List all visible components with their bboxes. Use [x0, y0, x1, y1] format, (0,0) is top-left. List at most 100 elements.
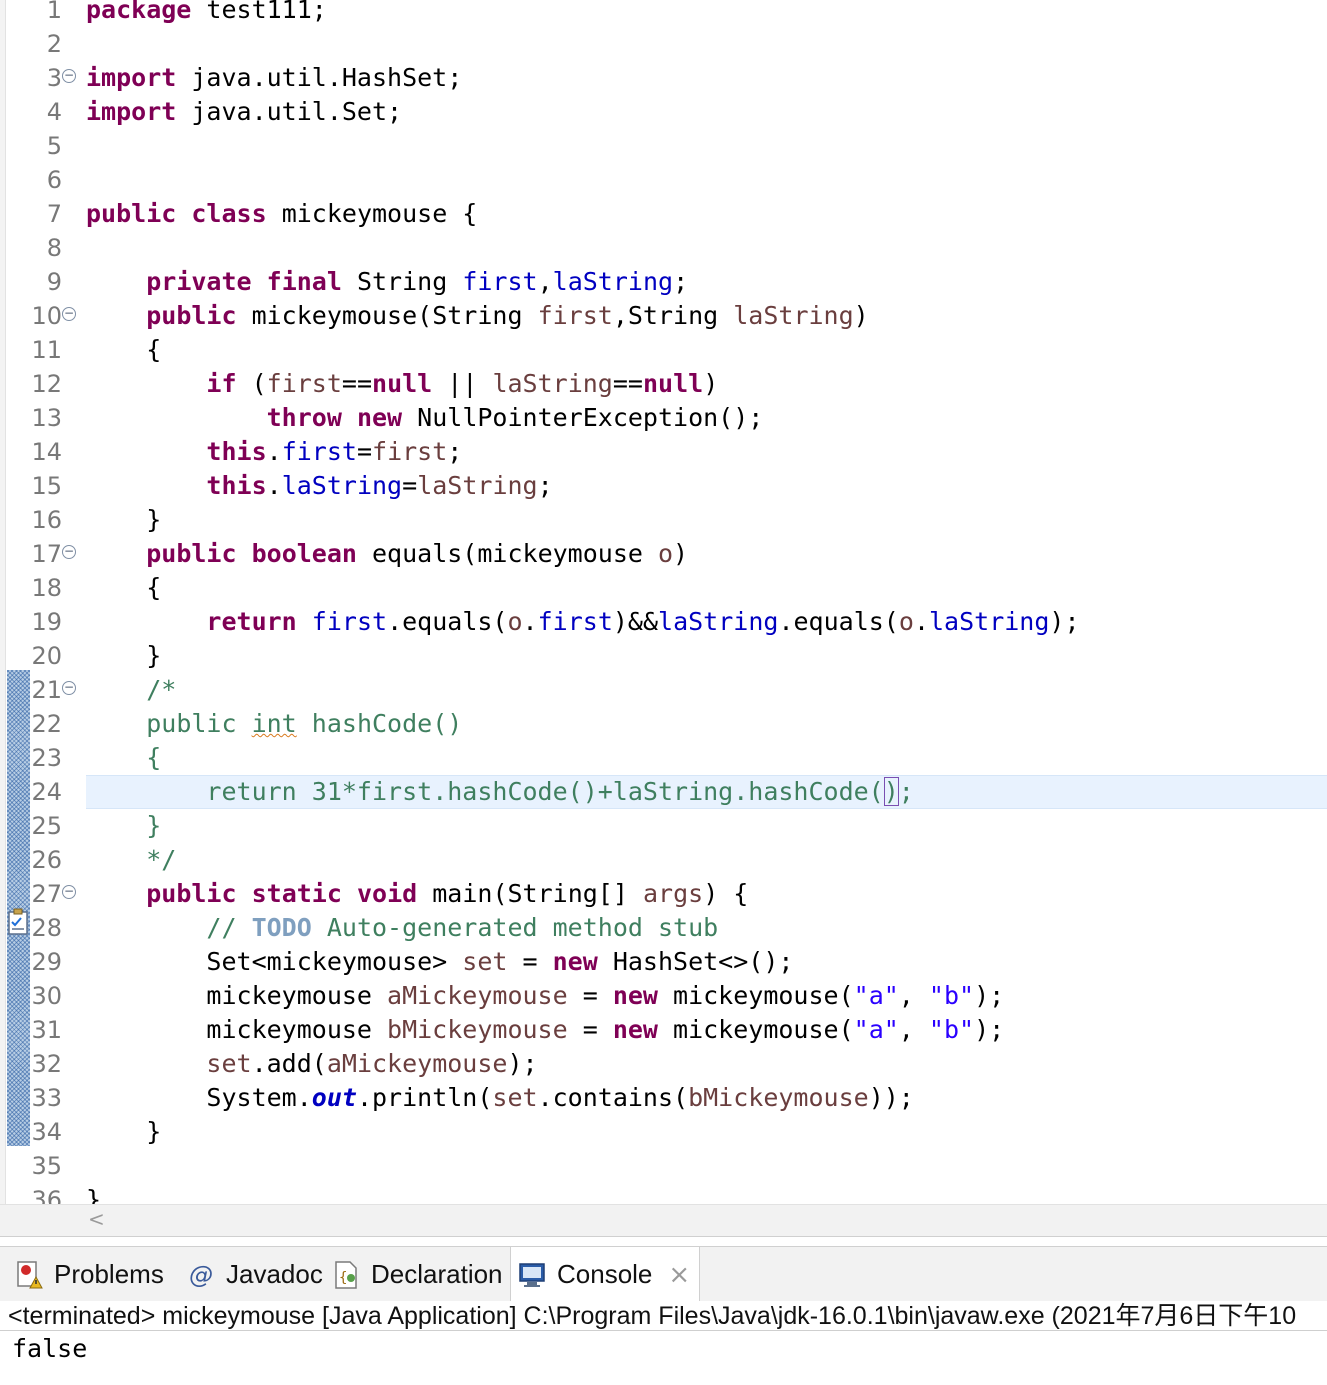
code-text[interactable]: private final String first,laString;: [86, 265, 688, 299]
tab-declaration[interactable]: { Declaration: [325, 1247, 509, 1302]
line-number: 4: [46, 98, 62, 126]
tab-javadoc[interactable]: @ Javadoc: [180, 1247, 329, 1302]
code-text[interactable]: }: [86, 639, 161, 673]
code-line[interactable]: 2: [0, 27, 1327, 61]
code-line[interactable]: 36}: [0, 1183, 1327, 1204]
code-line[interactable]: 35: [0, 1149, 1327, 1183]
line-number: 24: [31, 778, 62, 806]
code-text[interactable]: {: [86, 333, 161, 367]
code-line[interactable]: 34 }: [0, 1115, 1327, 1149]
console-output-area[interactable]: false: [0, 1332, 1327, 1385]
code-line[interactable]: 27− public static void main(String[] arg…: [0, 877, 1327, 911]
line-number: 20: [31, 642, 62, 670]
code-line[interactable]: 4 import java.util.Set;: [0, 95, 1327, 129]
code-text[interactable]: }: [86, 1183, 101, 1204]
code-line[interactable]: 1 package test111;: [0, 0, 1327, 27]
scroll-left-icon[interactable]: <: [88, 1207, 105, 1231]
code-line[interactable]: 8: [0, 231, 1327, 265]
code-line[interactable]: 23 {: [0, 741, 1327, 775]
code-text[interactable]: public class mickeymouse {: [86, 197, 477, 231]
code-line[interactable]: 25 }: [0, 809, 1327, 843]
code-line[interactable]: 14 this.first=first;: [0, 435, 1327, 469]
code-text[interactable]: public mickeymouse(String first,String l…: [86, 299, 869, 333]
code-text[interactable]: import java.util.Set;: [86, 95, 402, 129]
code-text[interactable]: this.first=first;: [86, 435, 462, 469]
code-line[interactable]: 19 return first.equals(o.first)&&laStrin…: [0, 605, 1327, 639]
code-line[interactable]: 15 this.laString=laString;: [0, 469, 1327, 503]
console-monitor-icon: [519, 1262, 545, 1287]
line-number: 17: [31, 540, 62, 568]
code-line[interactable]: 33 System.out.println(set.contains(bMick…: [0, 1081, 1327, 1115]
code-text[interactable]: throw new NullPointerException();: [86, 401, 764, 435]
line-number: 14: [31, 438, 62, 466]
code-line[interactable]: 5: [0, 129, 1327, 163]
code-line[interactable]: 3− import java.util.HashSet;: [0, 61, 1327, 95]
code-text[interactable]: }: [86, 1115, 161, 1149]
code-text[interactable]: Set<mickeymouse> set = new HashSet<>();: [86, 945, 793, 979]
line-number: 2: [46, 30, 62, 58]
code-line[interactable]: 7 public class mickeymouse {: [0, 197, 1327, 231]
code-text[interactable]: }: [86, 503, 161, 537]
code-text[interactable]: set.add(aMickeymouse);: [86, 1047, 537, 1081]
code-text[interactable]: {: [86, 571, 161, 605]
code-text[interactable]: mickeymouse aMickeymouse = new mickeymou…: [86, 979, 1004, 1013]
code-text[interactable]: import java.util.HashSet;: [86, 61, 462, 95]
code-text[interactable]: return 31*first.hashCode()+laString.hash…: [86, 775, 914, 809]
code-text[interactable]: */: [86, 843, 176, 877]
line-number: 11: [31, 336, 62, 364]
line-number: 35: [31, 1152, 62, 1180]
code-text[interactable]: public int hashCode(): [86, 707, 462, 741]
code-line[interactable]: 13 throw new NullPointerException();: [0, 401, 1327, 435]
code-text[interactable]: package test111;: [86, 0, 327, 27]
code-editor[interactable]: 1 package test111; 2 3− import java.util.Has…: [0, 0, 1327, 1204]
code-line[interactable]: 11 {: [0, 333, 1327, 367]
code-line[interactable]: 26 */: [0, 843, 1327, 877]
line-number: 32: [31, 1050, 62, 1078]
tab-declaration-label: Declaration: [371, 1259, 503, 1289]
line-number: 30: [31, 982, 62, 1010]
line-number: 6: [46, 166, 62, 194]
code-line[interactable]: 6: [0, 163, 1327, 197]
code-text[interactable]: if (first==null || laString==null): [86, 367, 718, 401]
code-text[interactable]: System.out.println(set.contains(bMickeym…: [86, 1081, 913, 1115]
code-line[interactable]: 16 }: [0, 503, 1327, 537]
code-line[interactable]: 20 }: [0, 639, 1327, 673]
code-line[interactable]: 10− public mickeymouse(String first,Stri…: [0, 299, 1327, 333]
code-line[interactable]: 29 Set<mickeymouse> set = new HashSet<>(…: [0, 945, 1327, 979]
fold-collapse-icon[interactable]: −: [62, 545, 76, 559]
close-icon[interactable]: ×: [668, 1260, 690, 1290]
code-line[interactable]: 18 {: [0, 571, 1327, 605]
code-text[interactable]: }: [86, 809, 161, 843]
tab-problems-label: Problems: [54, 1259, 164, 1289]
code-text[interactable]: {: [86, 741, 161, 775]
code-line[interactable]: 24 return 31*first.hashCode()+laString.h…: [0, 775, 1327, 809]
code-text[interactable]: mickeymouse bMickeymouse = new mickeymou…: [86, 1013, 1004, 1047]
code-line[interactable]: 31 mickeymouse bMickeymouse = new mickey…: [0, 1013, 1327, 1047]
line-number: 26: [31, 846, 62, 874]
code-line[interactable]: 22 public int hashCode(): [0, 707, 1327, 741]
line-number: 10: [31, 302, 62, 330]
line-number: 31: [31, 1016, 62, 1044]
tab-console[interactable]: Console ×: [510, 1247, 700, 1302]
fold-collapse-icon[interactable]: −: [62, 69, 76, 83]
tab-problems[interactable]: Problems: [8, 1247, 170, 1302]
editor-horizontal-scrollbar[interactable]: <: [0, 1204, 1327, 1237]
code-line[interactable]: 9 private final String first,laString;: [0, 265, 1327, 299]
code-text[interactable]: public boolean equals(mickeymouse o): [86, 537, 688, 571]
code-text[interactable]: /*: [86, 673, 176, 707]
code-text[interactable]: return first.equals(o.first)&&laString.e…: [86, 605, 1079, 639]
code-line[interactable]: 28 // TODO Auto-generated method stub: [0, 911, 1327, 945]
code-line[interactable]: 17− public boolean equals(mickeymouse o): [0, 537, 1327, 571]
code-line[interactable]: 30 mickeymouse aMickeymouse = new mickey…: [0, 979, 1327, 1013]
fold-collapse-icon[interactable]: −: [62, 885, 76, 899]
line-number: 19: [31, 608, 62, 636]
code-text[interactable]: this.laString=laString;: [86, 469, 552, 503]
code-line[interactable]: 21− /*: [0, 673, 1327, 707]
code-text[interactable]: // TODO Auto-generated method stub: [86, 911, 718, 945]
code-line[interactable]: 12 if (first==null || laString==null): [0, 367, 1327, 401]
fold-collapse-icon[interactable]: −: [62, 681, 76, 695]
code-text[interactable]: public static void main(String[] args) {: [86, 877, 748, 911]
code-line[interactable]: 32 set.add(aMickeymouse);: [0, 1047, 1327, 1081]
line-number: 1: [46, 0, 62, 24]
fold-collapse-icon[interactable]: −: [62, 307, 76, 321]
